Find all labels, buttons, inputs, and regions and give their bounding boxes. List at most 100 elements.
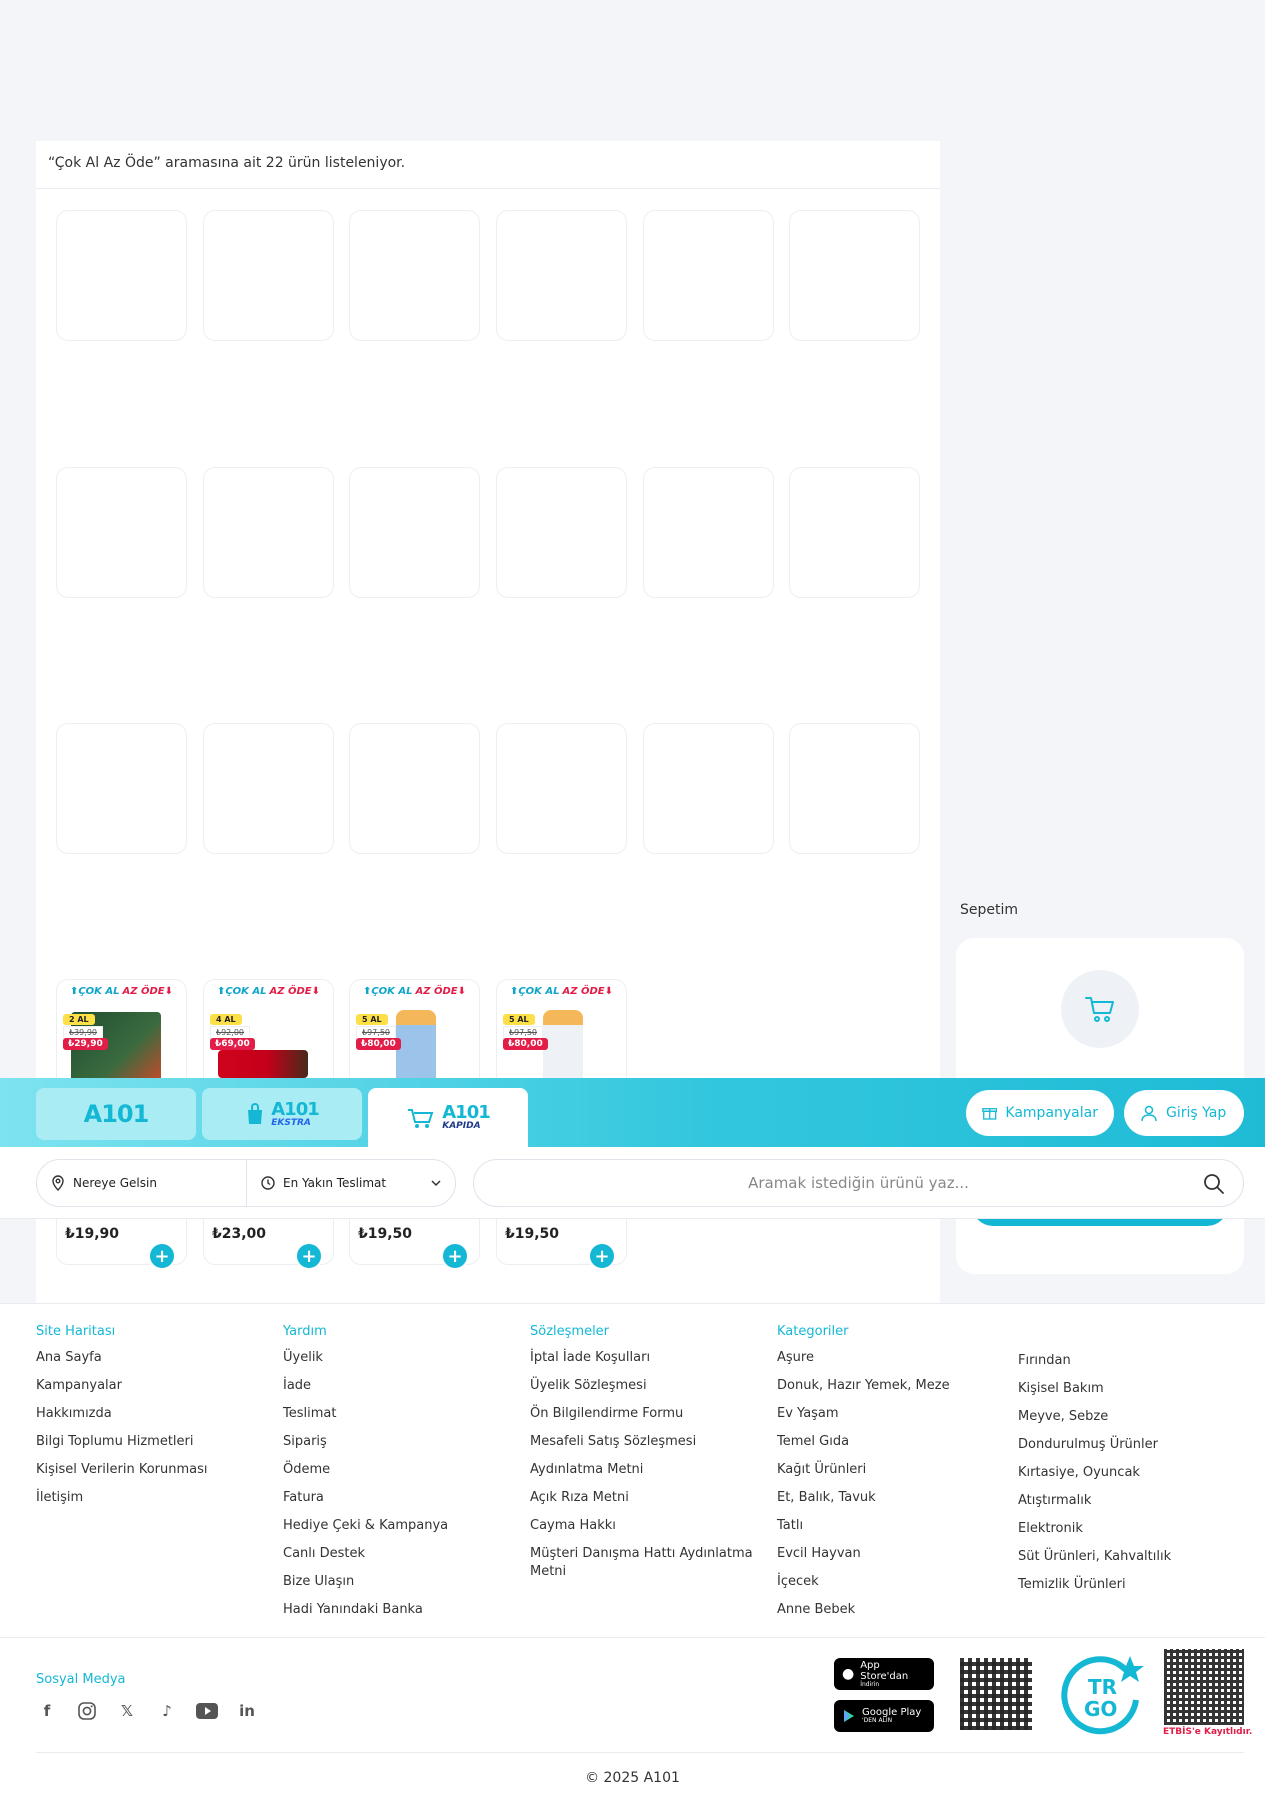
footer-column-site-map: Site Haritası Ana Sayfa Kampanyalar Hakk… bbox=[36, 1324, 207, 1517]
user-icon bbox=[1141, 1105, 1157, 1122]
youtube-icon[interactable] bbox=[196, 1700, 218, 1722]
app-store-label: App Store'dan bbox=[860, 1659, 909, 1682]
footer-link[interactable]: Ödeme bbox=[283, 1461, 448, 1479]
footer-link[interactable]: İptal İade Koşulları bbox=[530, 1349, 760, 1367]
footer-link[interactable]: Ev Yaşam bbox=[777, 1405, 950, 1423]
location-label: Nereye Gelsin bbox=[73, 1176, 157, 1190]
footer-link[interactable]: Teslimat bbox=[283, 1405, 448, 1423]
a101-kapida-logo: A101 bbox=[442, 1102, 491, 1123]
add-to-cart-button[interactable]: + bbox=[148, 1242, 176, 1270]
footer-link[interactable]: Müşteri Danışma Hattı Aydınlatma Metni bbox=[530, 1545, 760, 1581]
shopping-bag-icon bbox=[248, 1103, 263, 1124]
footer-link[interactable]: Fatura bbox=[283, 1489, 448, 1507]
footer-link[interactable]: Süt Ürünleri, Kahvaltılık bbox=[1018, 1548, 1171, 1566]
svg-text:GO: GO bbox=[1084, 1697, 1117, 1721]
footer-link[interactable]: Açık Rıza Metni bbox=[530, 1489, 760, 1507]
location-selector[interactable]: Nereye Gelsin bbox=[37, 1160, 247, 1206]
footer-link[interactable]: Temizlik Ürünleri bbox=[1018, 1576, 1171, 1594]
tab-a101-kapida[interactable]: A101 KAPIDA bbox=[368, 1088, 528, 1147]
footer-heading: Site Haritası bbox=[36, 1324, 116, 1339]
qty-badge: 5 AL bbox=[356, 1014, 388, 1025]
product-card-placeholder bbox=[56, 467, 187, 598]
promo-banner: ⬆ÇOK AL AZ ÖDE⬇ bbox=[362, 985, 467, 997]
tiktok-icon[interactable]: ♪ bbox=[156, 1700, 178, 1722]
a101-ekstra-logo: A101 bbox=[271, 1098, 320, 1120]
footer-link[interactable]: Ana Sayfa bbox=[36, 1349, 207, 1367]
footer-link[interactable]: Meyve, Sebze bbox=[1018, 1408, 1171, 1426]
footer-divider bbox=[36, 1752, 1244, 1753]
product-card-placeholder bbox=[496, 723, 627, 854]
app-store-button[interactable]: ● App Store'dan İndirin bbox=[834, 1658, 934, 1690]
search-input[interactable]: Aramak istediğin ürünü yaz... bbox=[473, 1159, 1244, 1207]
campaigns-button[interactable]: Kampanyalar bbox=[966, 1090, 1114, 1136]
google-play-sub: 'DEN ALIN bbox=[862, 1717, 893, 1725]
x-icon[interactable]: 𝕏 bbox=[116, 1700, 138, 1722]
product-card-placeholder bbox=[349, 210, 480, 341]
promo-banner: ⬆ÇOK AL AZ ÖDE⬇ bbox=[216, 985, 321, 997]
app-download-qr-code bbox=[960, 1658, 1032, 1730]
footer-link[interactable]: Bize Ulaşın bbox=[283, 1573, 448, 1591]
footer-link[interactable]: Bilgi Toplumu Hizmetleri bbox=[36, 1433, 207, 1451]
footer-link[interactable]: Tatlı bbox=[777, 1517, 950, 1535]
google-play-icon bbox=[844, 1710, 854, 1722]
etbis-qr-code bbox=[1164, 1649, 1244, 1725]
footer-link[interactable]: Hadi Yanındaki Banka bbox=[283, 1601, 448, 1619]
facebook-icon[interactable]: f bbox=[36, 1700, 58, 1722]
delivery-time-selector[interactable]: En Yakın Teslimat bbox=[247, 1160, 455, 1206]
login-label: Giriş Yap bbox=[1166, 1105, 1227, 1121]
footer-link[interactable]: İletişim bbox=[36, 1489, 207, 1507]
add-to-cart-button[interactable]: + bbox=[588, 1242, 616, 1270]
footer-divider bbox=[0, 1637, 1265, 1638]
footer-link[interactable]: Kişisel Verilerin Korunması bbox=[36, 1461, 207, 1479]
campaigns-label: Kampanyalar bbox=[1005, 1105, 1098, 1121]
gift-icon bbox=[982, 1108, 998, 1120]
footer-link[interactable]: Üyelik bbox=[283, 1349, 448, 1367]
delivery-cart-icon bbox=[408, 1108, 434, 1128]
footer-heading: Yardım bbox=[283, 1324, 327, 1339]
footer-link[interactable]: Cayma Hakkı bbox=[530, 1517, 760, 1535]
footer-link[interactable]: Temel Gıda bbox=[777, 1433, 950, 1451]
footer-link[interactable]: Hediye Çeki & Kampanya bbox=[283, 1517, 448, 1535]
footer-link[interactable]: Elektronik bbox=[1018, 1520, 1171, 1538]
google-play-button[interactable]: Google Play 'DEN ALIN bbox=[834, 1700, 934, 1732]
add-to-cart-button[interactable]: + bbox=[441, 1242, 469, 1270]
footer-link[interactable]: Canlı Destek bbox=[283, 1545, 448, 1563]
footer-link[interactable]: Aydınlatma Metni bbox=[530, 1461, 760, 1479]
login-button[interactable]: Giriş Yap bbox=[1124, 1090, 1244, 1136]
footer-link[interactable]: Anne Bebek bbox=[777, 1601, 950, 1619]
kapida-sub-logo: KAPIDA bbox=[442, 1121, 481, 1131]
product-card-placeholder bbox=[643, 723, 774, 854]
linkedin-icon[interactable]: in bbox=[236, 1700, 258, 1722]
footer-link[interactable]: Kağıt Ürünleri bbox=[777, 1461, 950, 1479]
tab-a101[interactable]: A101 bbox=[36, 1088, 196, 1140]
product-card-placeholder bbox=[789, 467, 920, 598]
footer-link[interactable]: Et, Balık, Tavuk bbox=[777, 1489, 950, 1507]
footer-link[interactable]: Mesafeli Satış Sözleşmesi bbox=[530, 1433, 760, 1451]
footer-link[interactable]: Fırından bbox=[1018, 1352, 1171, 1370]
footer-link[interactable]: Kişisel Bakım bbox=[1018, 1380, 1171, 1398]
search-icon[interactable] bbox=[1203, 1173, 1225, 1195]
footer-link[interactable]: Kampanyalar bbox=[36, 1377, 207, 1395]
footer-link[interactable]: İade bbox=[283, 1377, 448, 1395]
add-to-cart-button[interactable]: + bbox=[295, 1242, 323, 1270]
tab-a101-ekstra[interactable]: A101 EKSTRA bbox=[202, 1088, 362, 1140]
footer-link[interactable]: Evcil Hayvan bbox=[777, 1545, 950, 1563]
top-brand-bar: A101 A101 EKSTRA A101 KAPIDA Kampanyalar… bbox=[0, 1078, 1265, 1147]
product-card-placeholder bbox=[203, 210, 334, 341]
new-price-badge: ₺69,00 bbox=[210, 1038, 255, 1050]
footer-link[interactable]: Kırtasiye, Oyuncak bbox=[1018, 1464, 1171, 1482]
footer-link[interactable]: Hakkımızda bbox=[36, 1405, 207, 1423]
search-placeholder: Aramak istediğin ürünü yaz... bbox=[748, 1174, 969, 1192]
footer-link[interactable]: İçecek bbox=[777, 1573, 950, 1591]
footer-link[interactable]: Atıştırmalık bbox=[1018, 1492, 1171, 1510]
footer-link[interactable]: Üyelik Sözleşmesi bbox=[530, 1377, 760, 1395]
instagram-icon[interactable] bbox=[76, 1700, 98, 1722]
footer-link[interactable]: Ön Bilgilendirme Formu bbox=[530, 1405, 760, 1423]
product-card-placeholder bbox=[789, 210, 920, 341]
product-card-placeholder bbox=[203, 467, 334, 598]
footer-link[interactable]: Donuk, Hazır Yemek, Meze bbox=[777, 1377, 950, 1395]
footer-link[interactable]: Aşure bbox=[777, 1349, 950, 1367]
footer-link[interactable]: Sipariş bbox=[283, 1433, 448, 1451]
delivery-selector[interactable]: Nereye Gelsin En Yakın Teslimat bbox=[36, 1159, 456, 1207]
footer-link[interactable]: Dondurulmuş Ürünler bbox=[1018, 1436, 1171, 1454]
